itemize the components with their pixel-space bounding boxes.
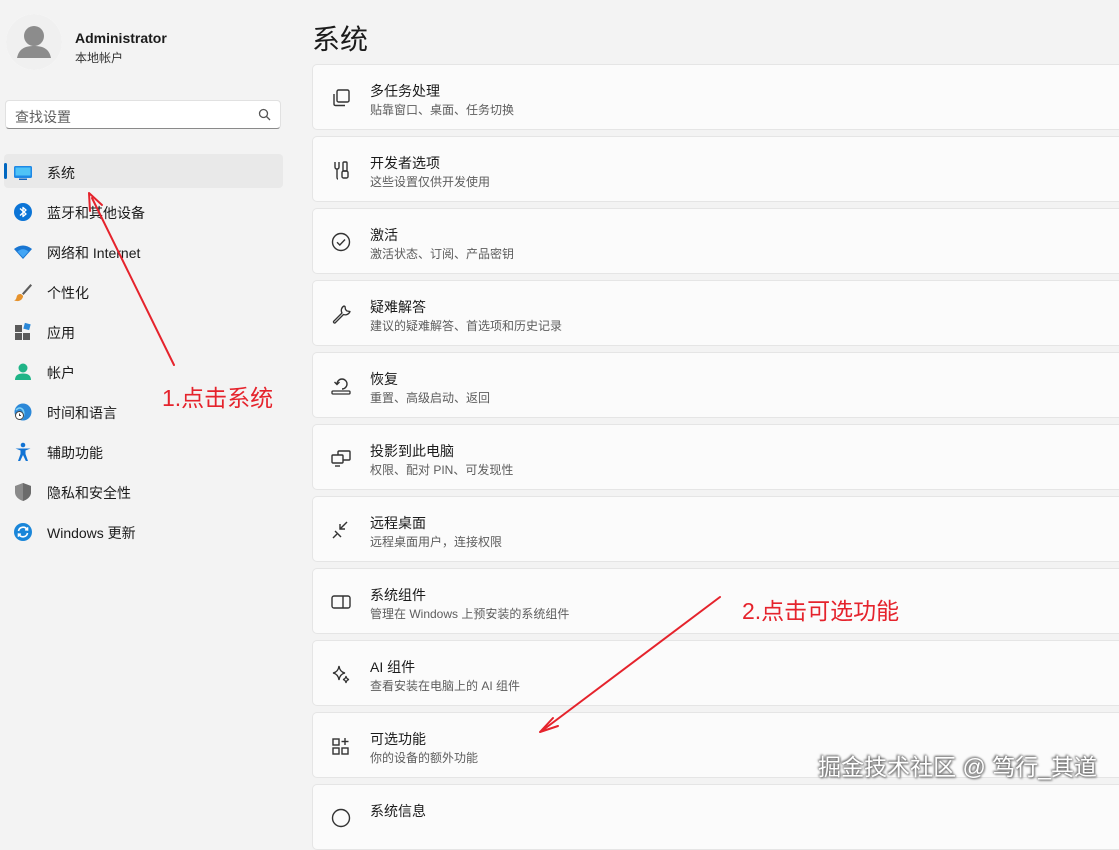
card-title: 系统信息 <box>370 803 426 819</box>
watermark: 掘金技术社区 @ 笃行_其道 <box>818 754 1097 780</box>
annotation-arrowhead-1 <box>88 192 103 212</box>
annotation-arrow-1 <box>91 197 175 366</box>
info-icon <box>331 808 351 828</box>
annotation-step2: 2.点击可选功能 <box>742 598 900 624</box>
annotation-step1: 1.点击系统 <box>162 385 274 411</box>
annotation-arrow-2 <box>542 596 721 731</box>
